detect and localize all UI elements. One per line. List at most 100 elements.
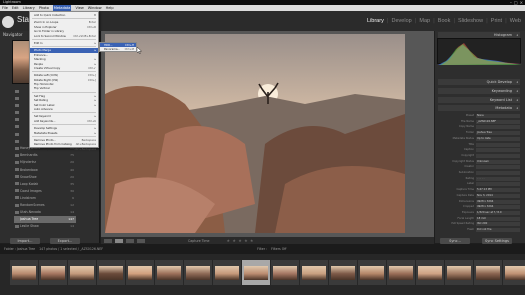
module-web[interactable]: Web [510,18,521,24]
folder-row[interactable]: Mijndertsr 20 [14,159,76,166]
filmstrip-thumbnail[interactable] [360,266,384,280]
menu-item[interactable]: Panorama... Ctrl+M [100,47,136,51]
filmstrip-thumbnail[interactable] [476,266,500,280]
metadata-value[interactable]: _AZS0126.NEF [476,119,520,124]
module-library[interactable]: Library [367,18,384,24]
metadata-value[interactable]: 4928 x 3264 [476,199,520,204]
filmstrip-cell[interactable] [503,260,525,285]
metadata-value[interactable]: ISO 200 [476,222,520,227]
module-book[interactable]: Book [438,18,451,24]
filmstrip-cell[interactable] [329,260,357,285]
sort-order-label[interactable]: Capture Time [188,239,210,243]
metadata-value[interactable]: None [476,114,520,118]
filmstrip-thumbnail[interactable] [447,266,471,280]
filter-dropdown[interactable]: Filters Off [271,247,286,251]
metadata-header[interactable]: Metadata [438,105,520,111]
metadata-value[interactable]: Unknown [476,159,520,164]
filmstrip-thumbnail[interactable] [302,266,326,280]
folder-row[interactable]: SnowShoe 20 [14,173,76,180]
metadata-value[interactable] [476,171,520,175]
folder-row[interactable]: Bernhardts 75 [14,152,76,159]
filmstrip-cell[interactable] [39,260,67,285]
metadata-value[interactable]: Joshua Tree [476,131,520,136]
metadata-value[interactable]: 4928 x 3264 [476,205,520,210]
filmstrip-thumbnail[interactable] [244,266,268,280]
filmstrip-cell[interactable] [387,260,415,285]
keywording-header[interactable]: Keywording [438,88,520,94]
desert-rock-photo [105,34,405,233]
metadata-value[interactable] [476,182,520,187]
filmstrip-cell[interactable] [445,260,473,285]
module-slideshow[interactable]: Slideshow [458,18,483,24]
metadata-value[interactable]: Did not fire [476,228,520,232]
filmstrip-thumbnail[interactable] [418,266,442,280]
filmstrip-cell[interactable] [300,260,328,285]
filmstrip-thumbnail[interactable] [70,266,94,280]
menu-item[interactable]: Create Virtual Copy Ctrl+' [30,66,98,70]
navigator-title[interactable]: Navigator [3,32,23,37]
folder-source-label[interactable]: Folder : Joshua Tree [4,247,35,251]
filmstrip-cell[interactable] [242,260,270,285]
filmstrip-cell[interactable] [68,260,96,285]
metadata-value[interactable]: 5:47:13 PM [476,188,520,193]
metadata-value[interactable] [476,125,520,130]
folder-row[interactable]: Leslie Shaw 14 [14,223,76,230]
metadata-value[interactable]: 1/320 sec at f / 8.0 [476,210,520,215]
rating-stars[interactable]: ★ ★ ★ ★ ★ [227,238,255,243]
metadata-value[interactable]: Up to date [476,136,520,141]
survey-view-icon[interactable] [137,238,145,243]
filmstrip-thumbnail[interactable] [157,266,181,280]
menu-item[interactable]: Auto Advance [30,107,98,111]
compare-view-icon[interactable] [126,238,134,243]
metadata-value[interactable] [476,165,520,170]
filmstrip-cell[interactable] [155,260,183,285]
filmstrip-cell[interactable] [213,260,241,285]
filmstrip-thumbnail[interactable] [128,266,152,280]
folder-row[interactable]: Joshua Tree 147 [14,215,76,223]
filmstrip-cell[interactable] [358,260,386,285]
filmstrip-thumbnail[interactable] [215,266,239,280]
metadata-value[interactable] [476,142,520,147]
quick-develop-header[interactable]: Quick Develop [438,79,520,85]
filmstrip-thumbnail[interactable] [12,266,36,280]
filmstrip-thumbnail[interactable] [331,266,355,280]
menu-item[interactable]: Edit In ▸ [30,41,98,45]
metadata-value[interactable]: · · · · · [476,176,520,181]
module-print[interactable]: Print [491,18,502,24]
filmstrip-cell[interactable] [474,260,502,285]
folder-row[interactable]: Loop Kodak 35 [14,180,76,187]
menu-item[interactable]: Metadata Presets ▸ [30,131,98,135]
folder-row[interactable]: Utah-Nevada 14 [14,209,76,216]
filmstrip-thumbnail[interactable] [273,266,297,280]
menu-item[interactable]: Add Keywords... Ctrl+K [30,119,98,123]
metadata-value[interactable] [476,153,520,158]
filmstrip-cell[interactable] [126,260,154,285]
menu-item[interactable]: Flip Vertical [30,86,98,90]
filmstrip-cell[interactable] [10,260,38,285]
folder-row[interactable]: Coast Images 30 [14,187,76,194]
filmstrip-cell[interactable] [416,260,444,285]
filmstrip-cell[interactable] [97,260,125,285]
filmstrip-thumbnail[interactable] [41,266,65,280]
metadata-value[interactable] [476,148,520,153]
folder-row[interactable]: Lindstrom 6 [14,194,76,201]
metadata-value[interactable]: Nov 3, 2014 [476,193,520,198]
menu-item[interactable]: Delete Rejected Photos... Ctrl+Backspace [30,147,98,151]
metadata-value[interactable]: 18 mm [476,216,520,221]
keyword-list-header[interactable]: Keyword List [438,97,520,103]
filmstrip-cell[interactable] [271,260,299,285]
module-develop[interactable]: Develop [392,18,412,24]
filmstrip-thumbnail[interactable] [389,266,413,280]
menu-item[interactable]: Lock to Second Window Ctrl+Shift+Enter [30,34,98,38]
main-photo[interactable] [105,34,405,233]
filmstrip-thumbnail[interactable] [99,266,123,280]
loupe-view-icon[interactable] [115,238,123,243]
filmstrip-thumbnail[interactable] [186,266,210,280]
filmstrip-cell[interactable] [184,260,212,285]
filmstrip-thumbnail[interactable] [505,266,525,280]
grid-view-icon[interactable] [104,238,112,243]
folder-row[interactable]: RandomScenes 12 [14,202,76,209]
menu-item[interactable]: Add to Quick Collection B [30,13,98,17]
module-map[interactable]: Map [419,18,430,24]
folder-row[interactable]: Brokenbow 40 [14,166,76,173]
